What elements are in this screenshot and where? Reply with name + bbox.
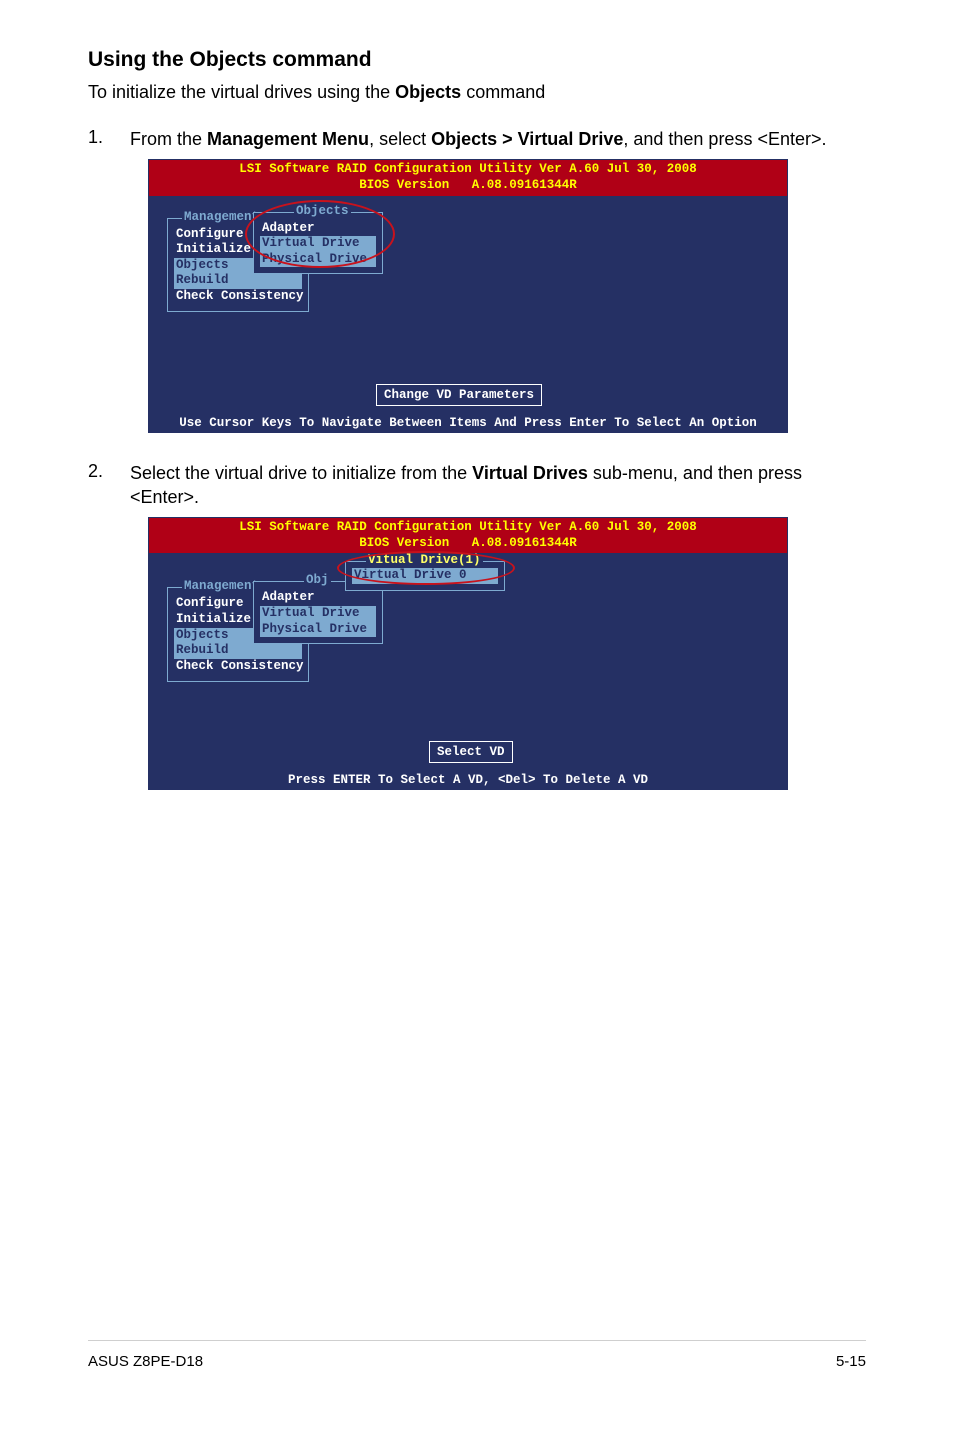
section-heading: Using the Objects command xyxy=(88,48,866,72)
step-2: 2. Select the virtual drive to initializ… xyxy=(88,461,866,510)
bios1-title-line1: LSI Software RAID Configuration Utility … xyxy=(239,162,697,176)
bios1-annotation-ellipse xyxy=(245,200,395,268)
intro-suffix: command xyxy=(461,82,545,102)
step1-b1: Management Menu xyxy=(207,129,369,149)
bios2-management-label: Management xyxy=(182,579,261,593)
bios-window-1: LSI Software RAID Configuration Utility … xyxy=(148,159,788,432)
bios2-obj-adapter[interactable]: Adapter xyxy=(262,590,374,606)
bios2-titlebar: LSI Software RAID Configuration Utility … xyxy=(149,518,787,553)
bios1-status-box: Change VD Parameters xyxy=(376,384,542,406)
bios2-obj-physical-drive[interactable]: Physical Drive xyxy=(260,622,376,638)
step-1-text: From the Management Menu, select Objects… xyxy=(130,127,827,151)
step1-b2: Objects > Virtual Drive xyxy=(431,129,623,149)
bios2-footer: Press ENTER To Select A VD, <Del> To Del… xyxy=(149,769,787,789)
page-footer-left: ASUS Z8PE-D18 xyxy=(88,1353,203,1370)
step-2-number: 2. xyxy=(88,461,130,510)
bios1-body: Management Configure Initialize Objects … xyxy=(149,196,787,412)
step1-t1: From the xyxy=(130,129,207,149)
intro-text: To initialize the virtual drives using t… xyxy=(88,82,866,103)
step2-t1: Select the virtual drive to initialize f… xyxy=(130,463,472,483)
intro-bold: Objects xyxy=(395,82,461,102)
bios1-footer: Use Cursor Keys To Navigate Between Item… xyxy=(149,412,787,432)
bios1-titlebar: LSI Software RAID Configuration Utility … xyxy=(149,160,787,195)
bios2-obj-label: Obj xyxy=(304,573,331,587)
step-1-number: 1. xyxy=(88,127,130,151)
step1-t3: , and then press <Enter>. xyxy=(623,129,826,149)
bios2-mgmt-check-consistency[interactable]: Check Consistency xyxy=(176,659,300,675)
bios-window-2: LSI Software RAID Configuration Utility … xyxy=(148,517,788,790)
bios2-mgmt-rebuild[interactable]: Rebuild xyxy=(174,643,302,659)
intro-prefix: To initialize the virtual drives using t… xyxy=(88,82,395,102)
bios1-mgmt-check-consistency[interactable]: Check Consistency xyxy=(176,289,300,305)
step2-b1: Virtual Drives xyxy=(472,463,588,483)
bios1-title-line2: BIOS Version A.08.09161344R xyxy=(359,178,577,192)
bios1-mgmt-rebuild[interactable]: Rebuild xyxy=(174,273,302,289)
step-2-text: Select the virtual drive to initialize f… xyxy=(130,461,866,510)
bios2-title-line2: BIOS Version A.08.09161344R xyxy=(359,536,577,550)
bios2-body: Management Configure Initialize Objects … xyxy=(149,553,787,769)
step1-t2: , select xyxy=(369,129,431,149)
bios2-obj-virtual-drive[interactable]: Virtual Drive xyxy=(260,606,376,622)
bios2-title-line1: LSI Software RAID Configuration Utility … xyxy=(239,520,697,534)
step-1: 1. From the Management Menu, select Obje… xyxy=(88,127,866,151)
bios2-status-box: Select VD xyxy=(429,741,513,763)
page-footer: ASUS Z8PE-D18 5-15 xyxy=(88,1340,866,1370)
page-footer-right: 5-15 xyxy=(836,1353,866,1370)
